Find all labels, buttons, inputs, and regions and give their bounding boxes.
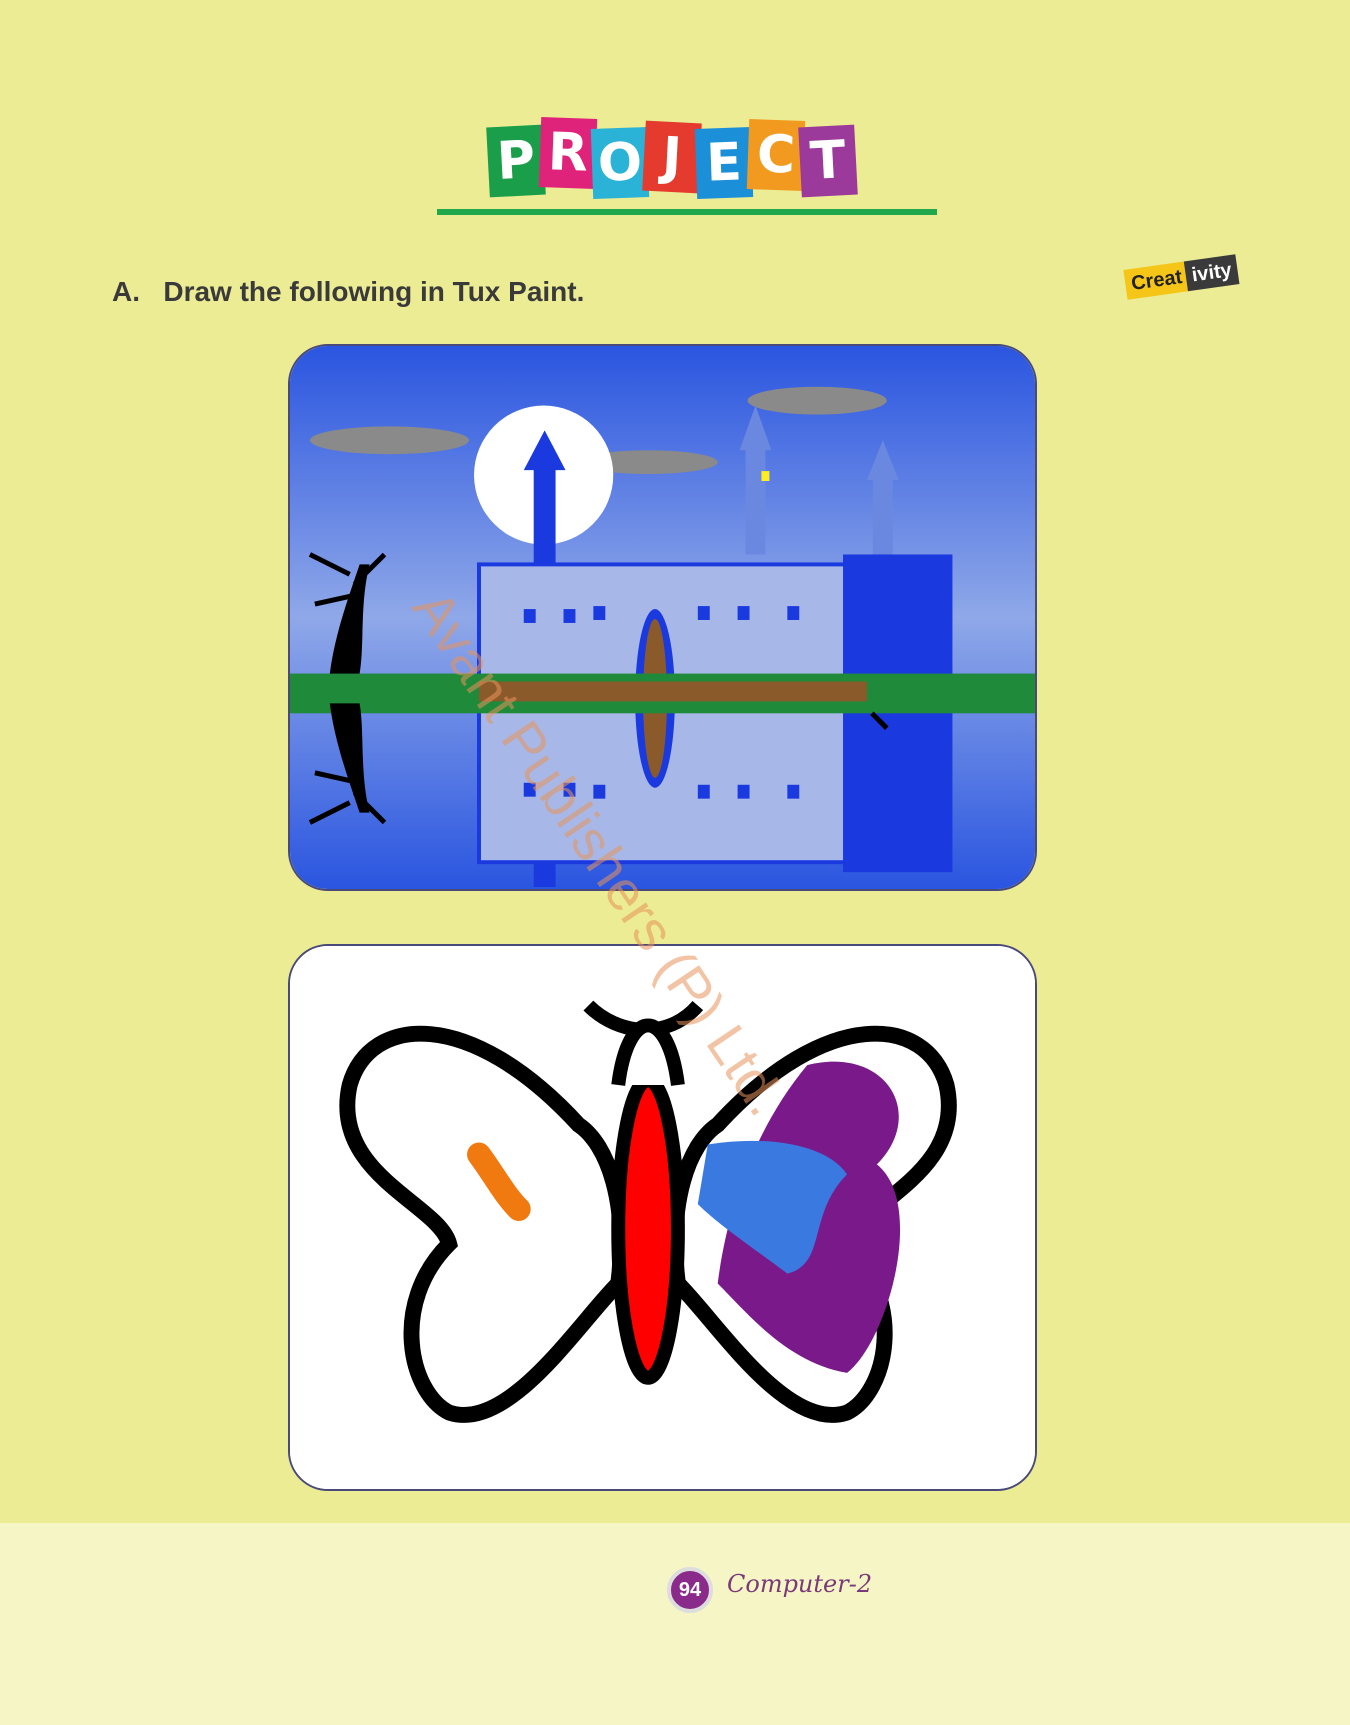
question-label: A. <box>112 276 140 307</box>
title-letter: J <box>642 120 702 194</box>
title-letter: R <box>538 117 598 189</box>
question-a: A. Draw the following in Tux Paint. <box>112 276 584 308</box>
title-letter: P <box>486 124 546 198</box>
question-text: Draw the following in Tux Paint. <box>163 276 585 307</box>
creativity-badge: Creat ivity <box>1123 254 1240 300</box>
castle-reflection-drawing <box>288 344 1037 891</box>
title-letter: C <box>746 119 806 191</box>
badge-part-a: Creat <box>1123 261 1189 300</box>
title-letter: E <box>694 127 754 199</box>
book-name: Computer-2 <box>727 1570 873 1598</box>
butterfly-drawing <box>288 944 1037 1491</box>
footer-band <box>0 1523 1350 1725</box>
title-letter: T <box>798 124 858 198</box>
title-underline <box>437 209 937 215</box>
title-letter: O <box>590 127 650 199</box>
page-number: 94 <box>667 1567 713 1613</box>
badge-part-b: ivity <box>1183 254 1240 292</box>
project-title: P R O J E C T <box>486 117 888 208</box>
